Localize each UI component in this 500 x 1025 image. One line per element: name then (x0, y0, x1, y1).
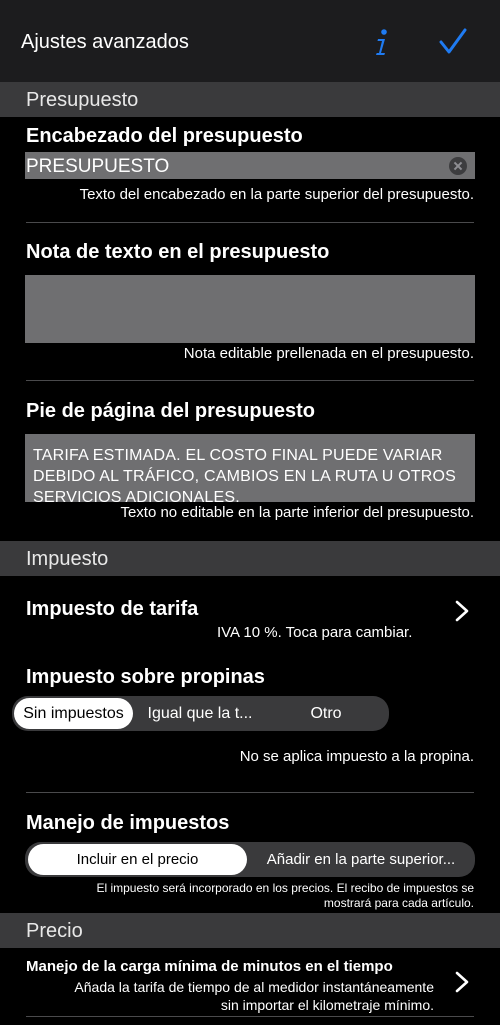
tax-handling-option-add[interactable]: Añadir en la parte superior... (249, 842, 473, 877)
tip-tax-option-same[interactable]: Igual que la t... (138, 696, 262, 731)
fare-tax-detail: IVA 10 %. Toca para cambiar. (217, 624, 413, 641)
section-title: Presupuesto (26, 89, 139, 111)
tax-handling-segmented-control: Incluir en el precio Añadir en la parte … (25, 842, 475, 877)
section-header-quote: Presupuesto (0, 82, 500, 117)
divider (26, 222, 474, 223)
tip-tax-option-other[interactable]: Otro (265, 696, 387, 731)
section-title: Impuesto (26, 548, 109, 570)
quote-note-input[interactable] (25, 275, 475, 343)
min-time-detail-line2: sin importar el kilometraje mínimo. (220, 997, 434, 1013)
min-time-row[interactable]: Manejo de la carga mínima de minutos en … (0, 948, 500, 1018)
tip-tax-option-none[interactable]: Sin impuestos (14, 698, 133, 729)
divider (26, 1016, 474, 1017)
page-title: Ajustes avanzados (21, 31, 189, 53)
quote-footer-label: Pie de página del presupuesto (26, 400, 315, 422)
quote-footer-hint: Texto no editable en la parte inferior d… (120, 504, 474, 521)
quote-header-input[interactable]: PRESUPUESTO (25, 152, 475, 179)
chevron-right-icon (455, 971, 469, 993)
tax-handling-hint-line1: El impuesto será incorporado en los prec… (96, 881, 474, 895)
min-time-detail-line1: Añada la tarifa de tiempo de al medidor … (74, 979, 434, 995)
quote-header-hint: Texto del encabezado en la parte superio… (79, 186, 474, 203)
divider (26, 380, 474, 381)
fare-tax-row[interactable]: Impuesto de tarifa IVA 10 %. Toca para c… (0, 576, 500, 646)
quote-header-label: Encabezado del presupuesto (26, 125, 303, 147)
tip-tax-hint: No se aplica impuesto a la propina. (239, 748, 474, 765)
quote-header-value: PRESUPUESTO (26, 156, 170, 177)
fare-tax-label: Impuesto de tarifa (26, 598, 199, 620)
section-title: Precio (26, 920, 83, 942)
info-icon[interactable] (370, 26, 392, 58)
tax-handling-option-include[interactable]: Incluir en el precio (28, 844, 247, 875)
quote-note-label: Nota de texto en el presupuesto (26, 241, 330, 263)
divider (26, 792, 474, 793)
tip-tax-label: Impuesto sobre propinas (26, 666, 265, 688)
tax-handling-hint-line2: mostrará para cada artículo. (323, 896, 474, 910)
tax-handling-label: Manejo de impuestos (26, 812, 230, 834)
chevron-right-icon (455, 600, 469, 622)
min-time-label: Manejo de la carga mínima de minutos en … (26, 958, 393, 975)
quote-footer-text: TARIFA ESTIMADA. EL COSTO FINAL PUEDE VA… (25, 434, 475, 502)
section-header-price: Precio (0, 913, 500, 948)
section-header-tax: Impuesto (0, 541, 500, 576)
navigation-bar: Ajustes avanzados (0, 0, 500, 82)
clear-icon[interactable] (449, 157, 467, 175)
checkmark-icon[interactable] (437, 26, 469, 58)
quote-footer-value: TARIFA ESTIMADA. EL COSTO FINAL PUEDE VA… (33, 447, 457, 502)
quote-note-hint: Nota editable prellenada en el presupues… (183, 345, 474, 362)
tip-tax-segmented-control: Sin impuestos Igual que la t... Otro (12, 696, 389, 731)
